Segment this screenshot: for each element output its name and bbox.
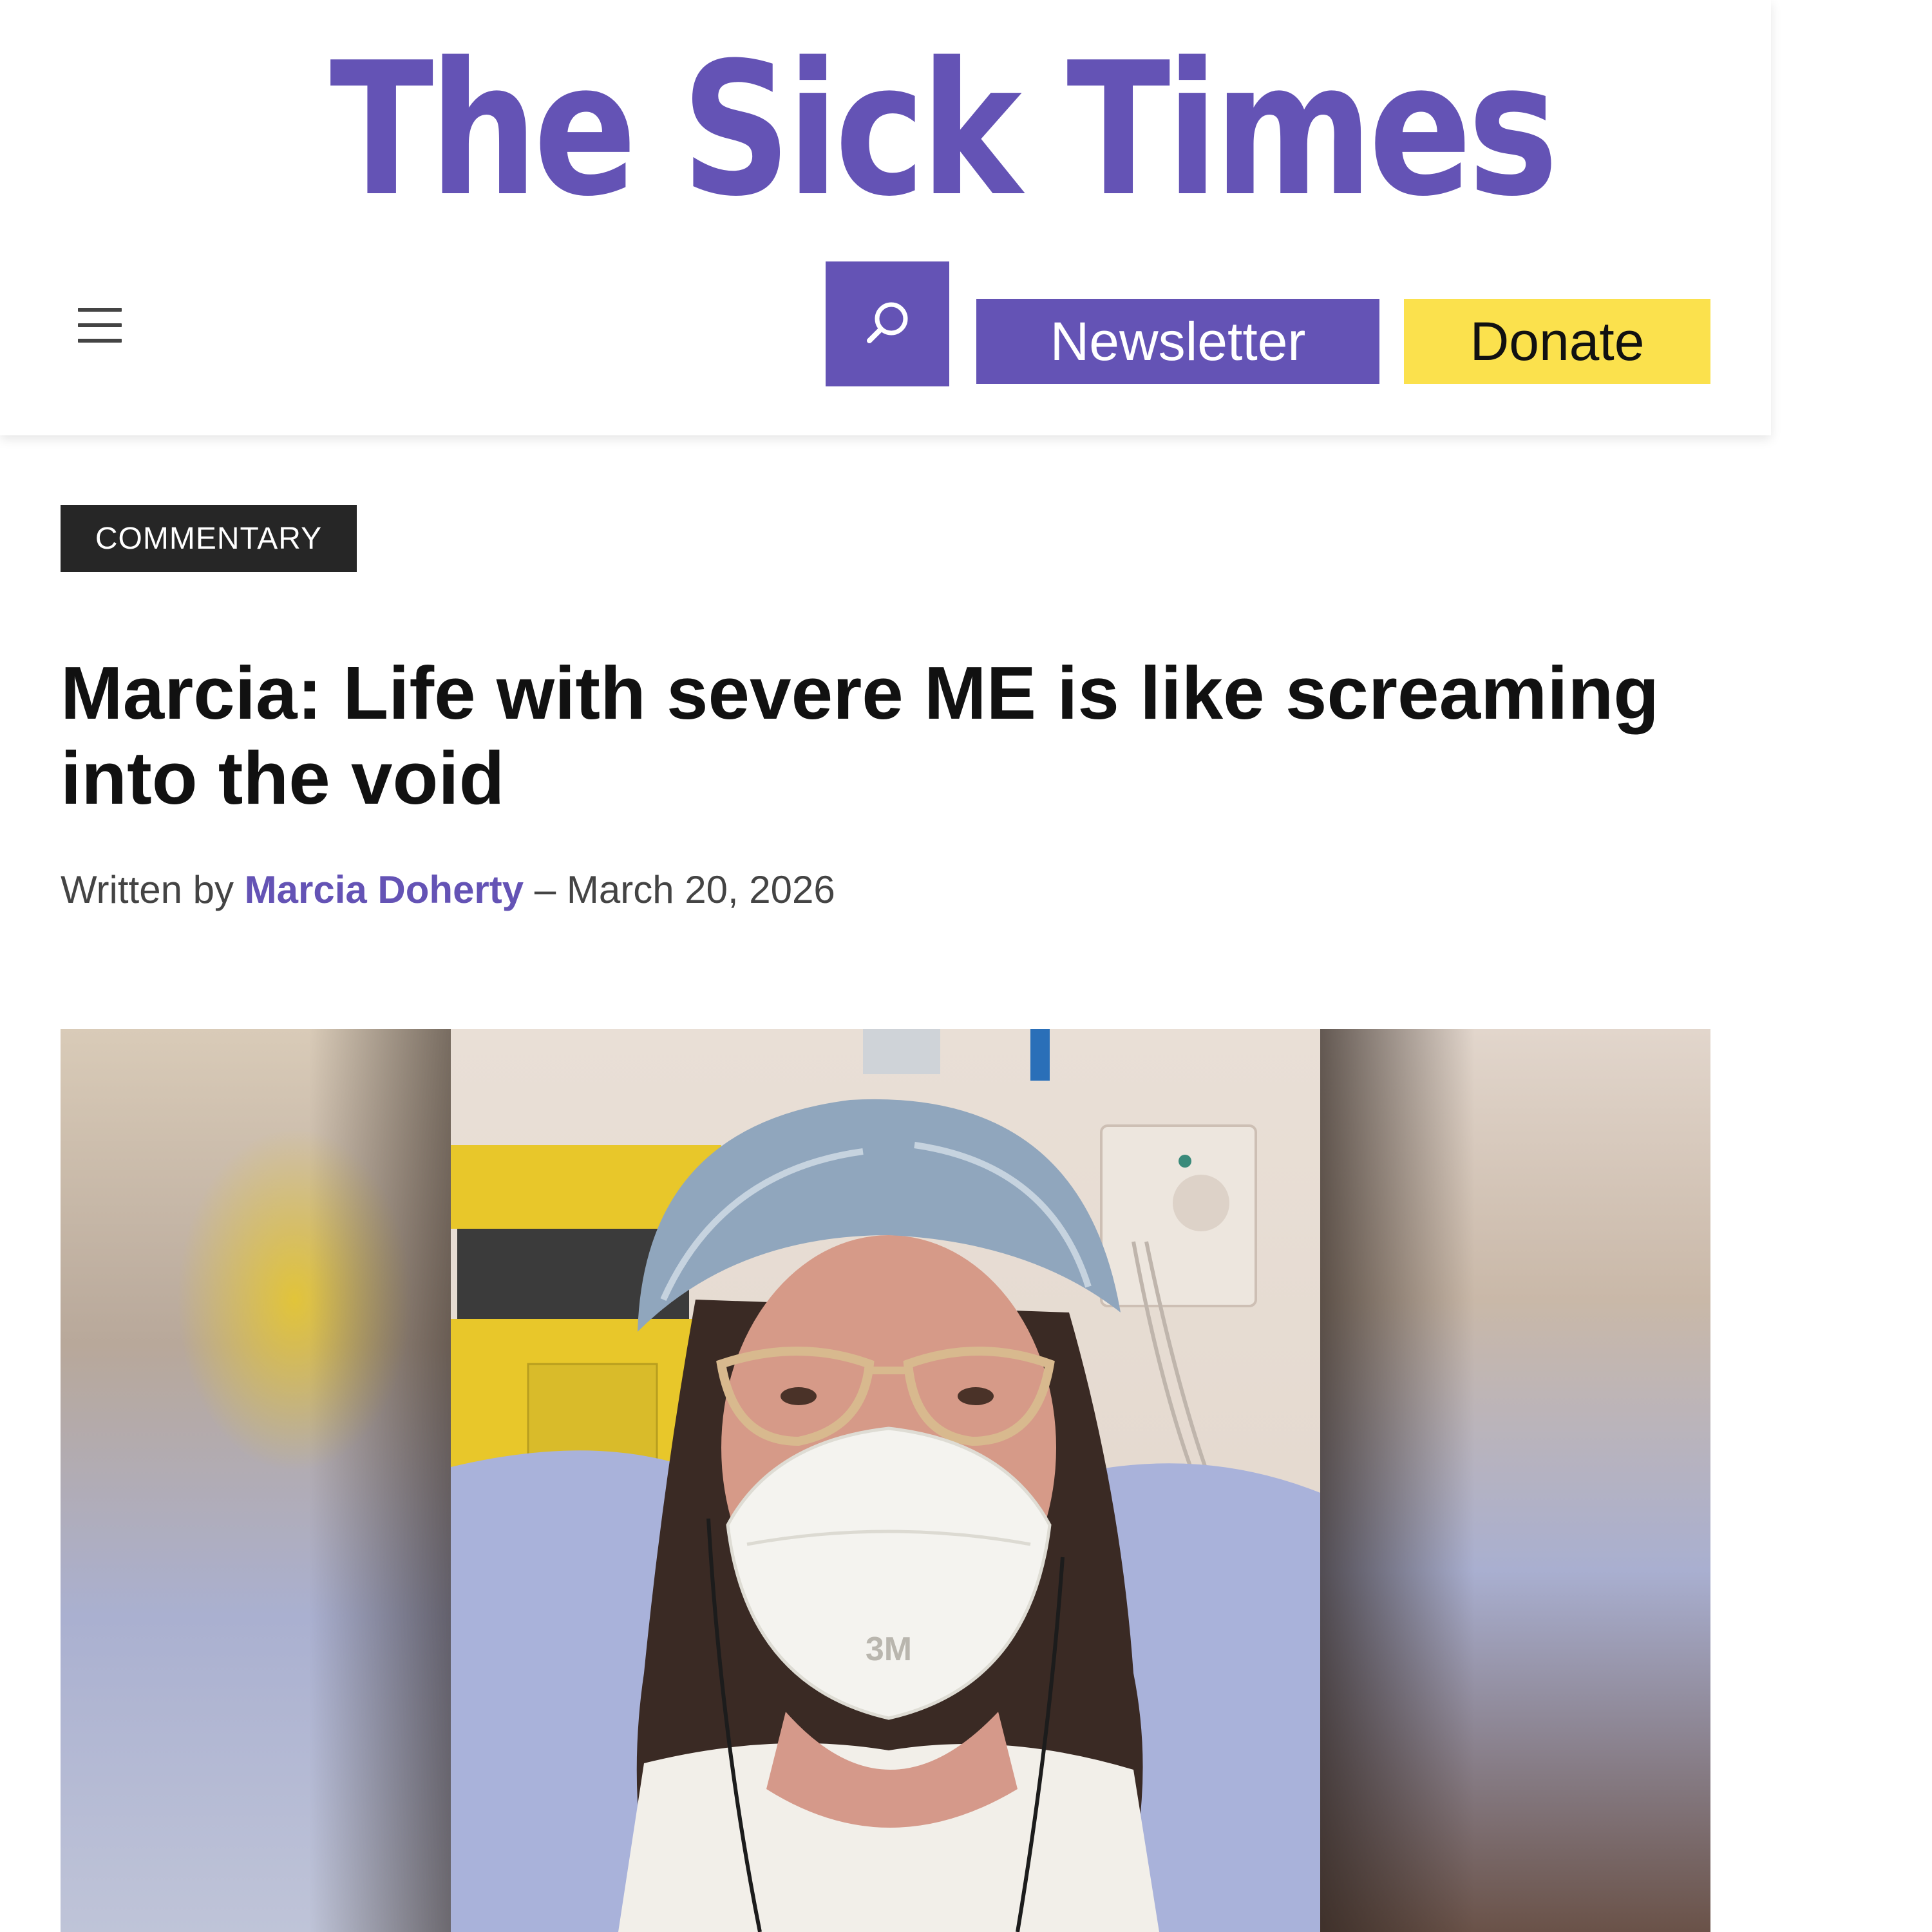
author-link[interactable]: Marcia Doherty bbox=[245, 868, 524, 911]
site-logo[interactable]: The Sick Times bbox=[330, 33, 1558, 227]
site-header: The Sick Times Newsletter Donate bbox=[0, 0, 1771, 435]
byline: Written by Marcia Doherty – March 20, 20… bbox=[61, 867, 835, 913]
byline-separator: – bbox=[534, 868, 556, 911]
featured-image-blur-left bbox=[61, 1029, 451, 1932]
search-icon bbox=[867, 302, 908, 343]
search-button[interactable] bbox=[826, 261, 949, 386]
donate-button[interactable]: Donate bbox=[1404, 299, 1710, 384]
mask-brand-text: 3M bbox=[866, 1631, 912, 1668]
page: The Sick Times Newsletter Donate COMMENT… bbox=[0, 0, 1932, 1932]
newsletter-button[interactable]: Newsletter bbox=[976, 299, 1379, 384]
menu-button[interactable] bbox=[71, 296, 129, 354]
selfie-illustration: 3M bbox=[451, 1029, 1320, 1932]
byline-prefix: Written by bbox=[61, 868, 234, 911]
hamburger-menu-icon bbox=[78, 308, 122, 343]
category-badge[interactable]: COMMENTARY bbox=[61, 505, 357, 572]
featured-photo: 3M bbox=[451, 1029, 1320, 1932]
featured-image-blur-right bbox=[1320, 1029, 1710, 1932]
publish-date: March 20, 2026 bbox=[566, 868, 835, 911]
featured-image: 3M bbox=[61, 1029, 1710, 1932]
article-title: Marcia: Life with severe ME is like scre… bbox=[61, 651, 1660, 820]
